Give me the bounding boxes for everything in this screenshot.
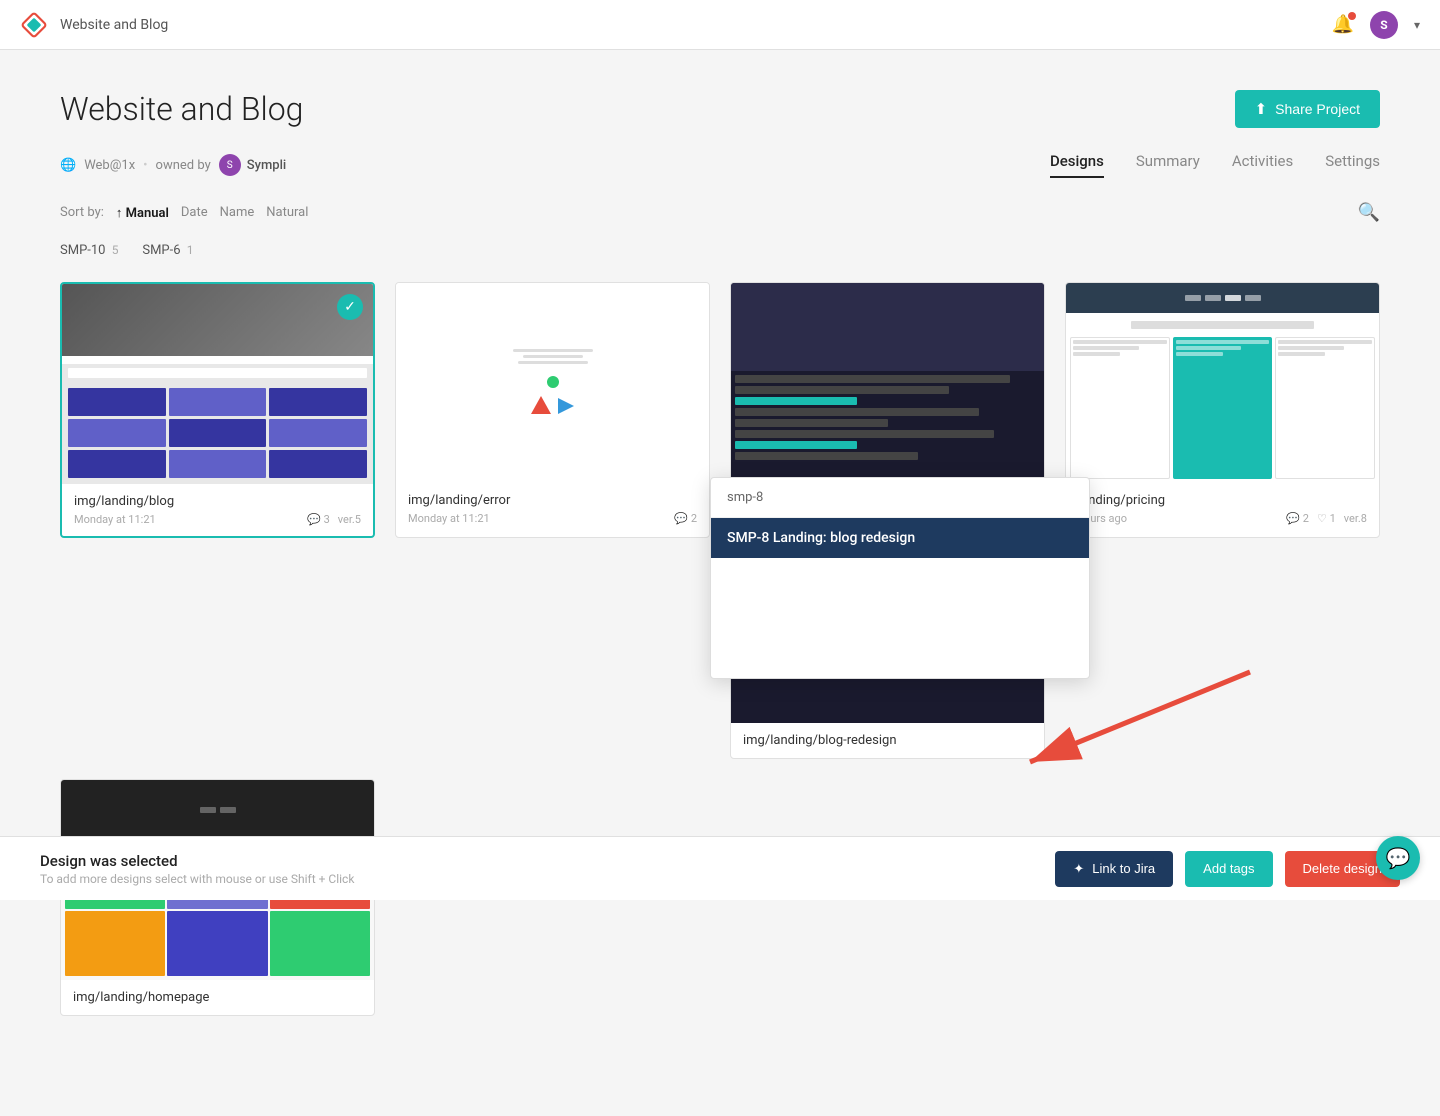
comment-icon-pricing: 💬 2	[1286, 512, 1309, 525]
owned-by-text: owned by	[156, 158, 211, 173]
toolbar: Sort by: ↑ Manual Date Name Natural 🔍	[60, 202, 1380, 223]
card-meta-pricing: hours ago 💬 2 ♡ 1 ver.8	[1078, 512, 1367, 525]
filter-tabs: SMP-10 5 SMP-6 1	[60, 239, 1380, 262]
chat-bubble[interactable]: 💬	[1376, 836, 1420, 880]
card-thumbnail-error	[396, 283, 709, 483]
app-logo-icon[interactable]	[20, 11, 48, 39]
tooltip-item[interactable]: SMP-8 Landing: blog redesign	[711, 518, 1089, 558]
user-chevron-icon[interactable]: ▾	[1414, 18, 1420, 32]
topnav-right: 🔔 S ▾	[1332, 11, 1420, 39]
card-meta-icons-pricing: 💬 2 ♡ 1 ver.8	[1286, 512, 1367, 525]
globe-icon: 🌐	[60, 158, 76, 173]
card-meta-icons-error: 💬 2	[674, 512, 697, 525]
sortby-label: Sort by:	[60, 205, 104, 220]
sort-natural[interactable]: Natural	[266, 205, 308, 220]
version-label-pricing: ver.8	[1344, 512, 1367, 525]
bottom-bar-subtitle: To add more designs select with mouse or…	[40, 872, 354, 886]
tabs: Designs Summary Activities Settings	[1050, 152, 1380, 178]
card-meta: Monday at 11:21 💬 3 ver.5	[74, 513, 361, 526]
design-card-error[interactable]: img/landing/error Monday at 11:21 💬 2	[395, 282, 710, 538]
web-scale-label: Web@1x	[84, 158, 135, 173]
owner-avatar: S	[219, 154, 241, 176]
add-tags-button[interactable]: Add tags	[1185, 851, 1272, 887]
tab-activities[interactable]: Activities	[1232, 152, 1293, 178]
notifications-icon[interactable]: 🔔	[1332, 14, 1354, 35]
selected-check-icon: ✓	[337, 294, 363, 320]
tooltip-popup[interactable]: smp-8 SMP-8 Landing: blog redesign	[710, 477, 1090, 679]
card-name-error: img/landing/error	[408, 493, 697, 508]
tooltip-body	[711, 558, 1089, 678]
search-icon[interactable]: 🔍	[1358, 202, 1380, 223]
owner-name: Sympli	[247, 158, 287, 173]
card-info: img/landing/blog Monday at 11:21 💬 3 ver…	[62, 484, 373, 536]
card-info-error: img/landing/error Monday at 11:21 💬 2	[396, 483, 709, 535]
card-info-redesign: img/landing/blog-redesign	[731, 723, 1044, 758]
sortby-bar: Sort by: ↑ Manual Date Name Natural	[60, 205, 308, 221]
filter-smp10[interactable]: SMP-10 5	[60, 239, 130, 262]
card-info-homepage: img/landing/homepage	[61, 980, 374, 1015]
card-date-error: Monday at 11:21	[408, 512, 490, 525]
bottom-bar-title: Design was selected	[40, 852, 354, 870]
notification-dot	[1348, 12, 1356, 20]
card-thumbnail-blog	[62, 284, 373, 484]
card-name-pricing: landing/pricing	[1078, 493, 1367, 508]
separator: •	[143, 158, 147, 173]
design-card-blog[interactable]: ✓ img/landing/blog Monday at 11:21 💬 3 v…	[60, 282, 375, 538]
card-name-redesign: img/landing/blog-redesign	[743, 733, 1032, 748]
filter-smp6[interactable]: SMP-6 1	[142, 239, 205, 262]
tab-designs[interactable]: Designs	[1050, 152, 1104, 178]
page-title: Website and Blog	[60, 90, 303, 128]
comment-icon: 💬 3	[307, 513, 330, 526]
card-name: img/landing/blog	[74, 494, 361, 509]
card-thumbnail-pricing	[1066, 283, 1379, 483]
like-icon-pricing: ♡ 1	[1317, 512, 1336, 525]
topnav-project-title: Website and Blog	[60, 17, 168, 33]
meta-row: 🌐 Web@1x • owned by S Sympli Designs Sum…	[60, 152, 1380, 178]
page-header: Website and Blog ⬆ Share Project	[60, 90, 1380, 128]
main-content: Website and Blog ⬆ Share Project 🌐 Web@1…	[0, 50, 1440, 1116]
card-meta-icons: 💬 3 ver.5	[307, 513, 361, 526]
share-icon: ⬆	[1255, 100, 1268, 118]
topnav-left: Website and Blog	[20, 11, 168, 39]
bottom-bar: Design was selected To add more designs …	[0, 836, 1440, 900]
tab-settings[interactable]: Settings	[1325, 152, 1380, 178]
jira-icon: ✦	[1073, 861, 1084, 877]
card-date: Monday at 11:21	[74, 513, 156, 526]
version-label: ver.5	[338, 513, 361, 526]
sort-name[interactable]: Name	[220, 205, 255, 220]
design-card-pricing[interactable]: landing/pricing hours ago 💬 2 ♡ 1 ver.8	[1065, 282, 1380, 538]
avatar[interactable]: S	[1370, 11, 1398, 39]
tab-summary[interactable]: Summary	[1136, 152, 1200, 178]
share-project-button[interactable]: ⬆ Share Project	[1235, 90, 1380, 128]
bottom-bar-left: Design was selected To add more designs …	[40, 852, 354, 886]
sort-date[interactable]: Date	[181, 205, 208, 220]
bottom-bar-actions: ✦ Link to Jira Add tags Delete design	[1055, 851, 1400, 887]
link-to-jira-button[interactable]: ✦ Link to Jira	[1055, 851, 1173, 887]
meta-left: 🌐 Web@1x • owned by S Sympli	[60, 154, 286, 176]
tooltip-header: smp-8	[711, 478, 1089, 518]
comment-icon-error: 💬 2	[674, 512, 697, 525]
topnav: Website and Blog 🔔 S ▾	[0, 0, 1440, 50]
owner-info: S Sympli	[219, 154, 287, 176]
card-info-pricing: landing/pricing hours ago 💬 2 ♡ 1 ver.8	[1066, 483, 1379, 535]
card-meta-error: Monday at 11:21 💬 2	[408, 512, 697, 525]
card-name-homepage: img/landing/homepage	[73, 990, 362, 1005]
sort-manual[interactable]: ↑ Manual	[116, 205, 169, 221]
